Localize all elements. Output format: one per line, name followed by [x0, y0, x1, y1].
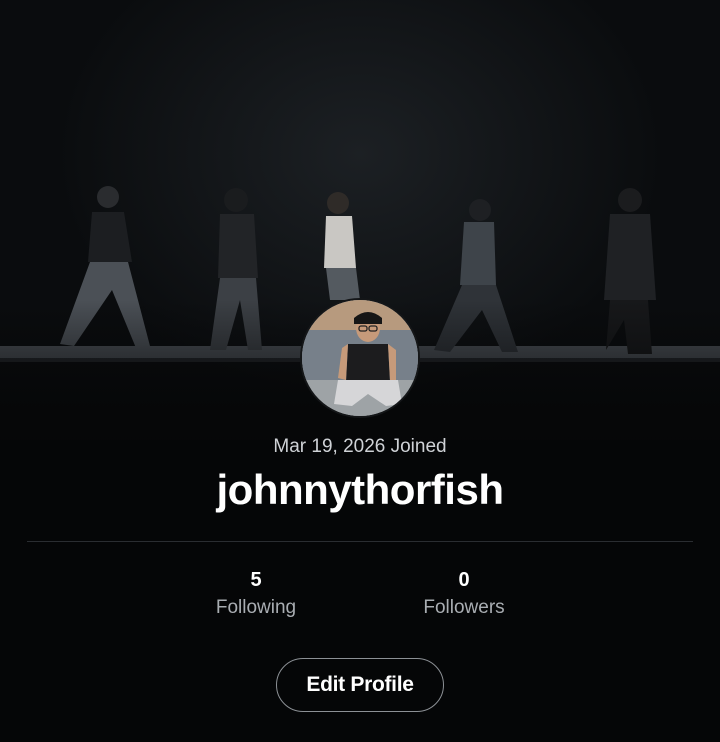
divider: [27, 541, 693, 542]
followers-label: Followers: [423, 597, 505, 618]
joined-date: Mar 19, 2026 Joined: [273, 436, 447, 457]
username: johnnythorfish: [216, 466, 504, 513]
following-count: 5: [250, 569, 262, 591]
edit-profile-button[interactable]: Edit Profile: [276, 658, 444, 712]
following-label: Following: [215, 597, 297, 618]
followers-stat[interactable]: 0 Followers: [374, 568, 554, 619]
following-stat[interactable]: 5 Following: [166, 568, 346, 619]
avatar[interactable]: [300, 298, 420, 418]
followers-count: 0: [458, 569, 470, 591]
